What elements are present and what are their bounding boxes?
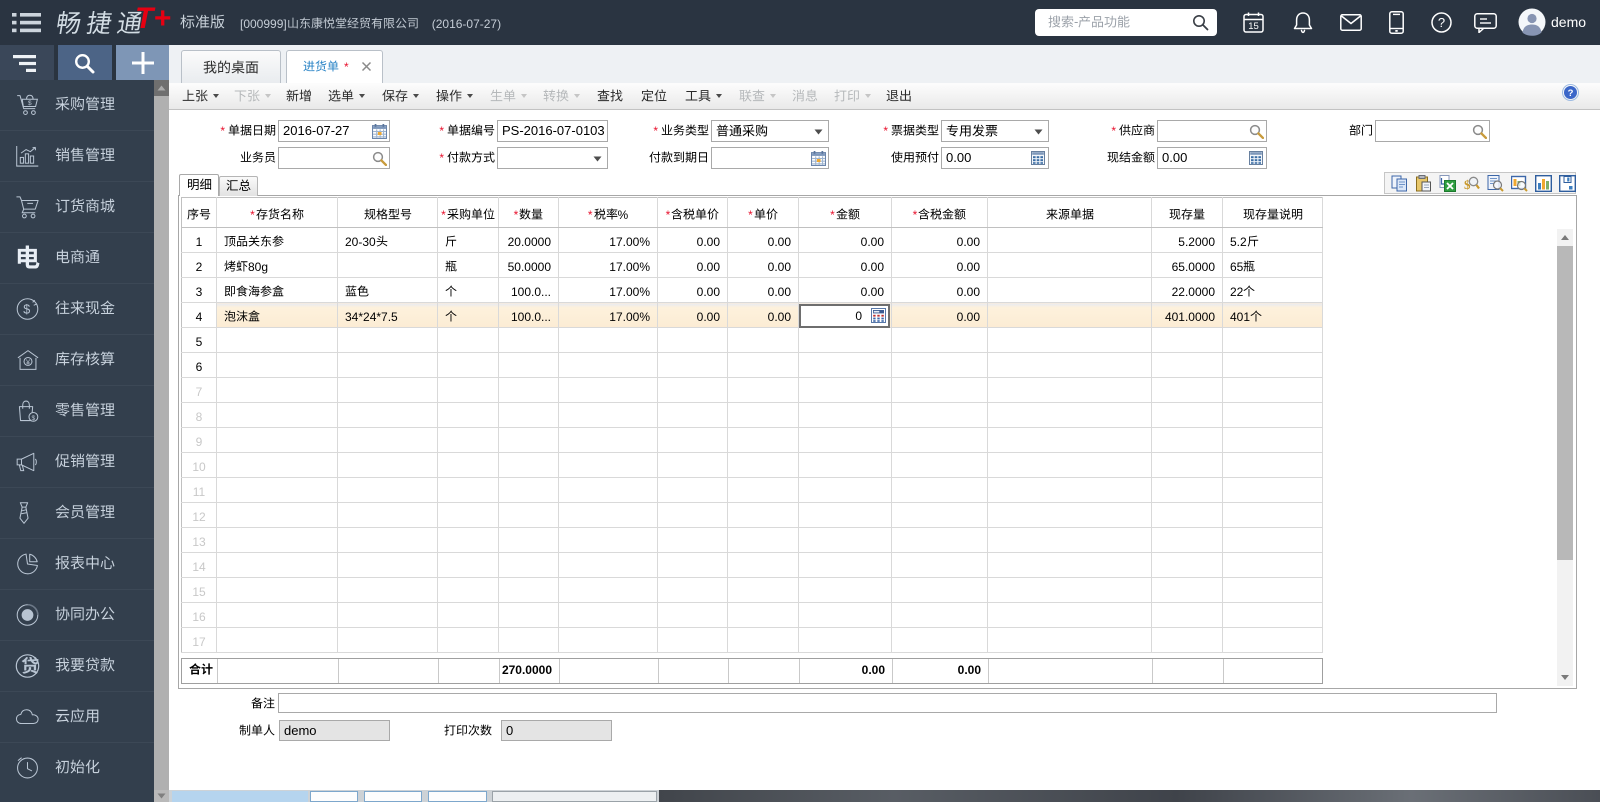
svg-text:$: $ [32, 415, 36, 422]
svg-text:?: ? [1438, 15, 1445, 30]
svg-text:15: 15 [1248, 21, 1259, 32]
svg-text:$: $ [28, 100, 32, 107]
svg-text:$: $ [23, 302, 30, 316]
svg-text:?: ? [1568, 88, 1574, 99]
